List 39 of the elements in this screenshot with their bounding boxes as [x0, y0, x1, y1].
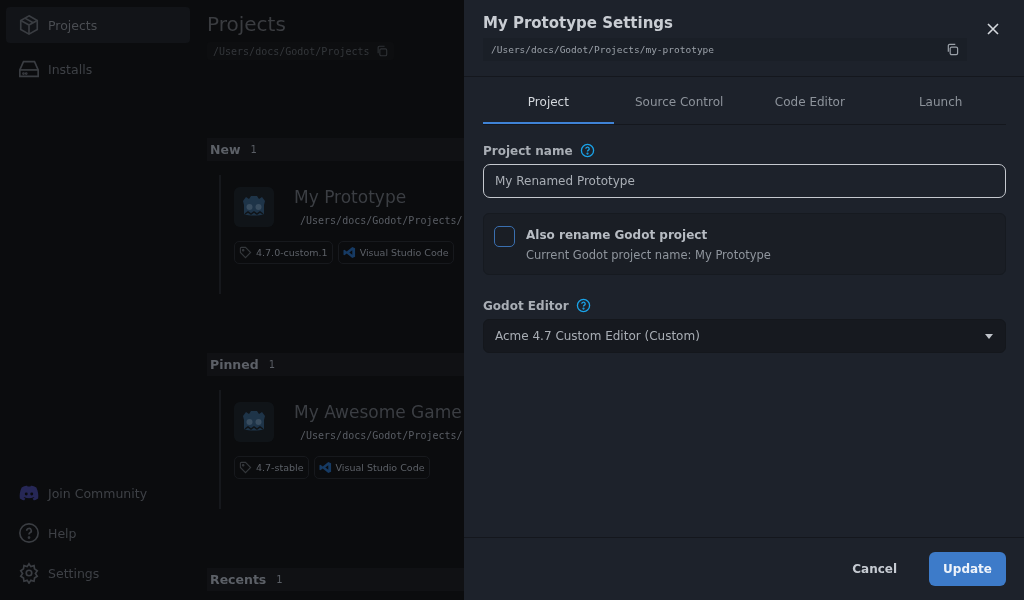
input-field[interactable]: My Renamed Prototype	[483, 164, 1006, 198]
tag-label: 4.7-stable	[256, 462, 304, 473]
copy-icon[interactable]	[946, 43, 959, 56]
tab[interactable]: Code Editor	[744, 82, 876, 124]
option-description: Current Godot project name: My Prototype	[526, 248, 771, 262]
tag-icon	[239, 246, 252, 259]
section-count: 1	[268, 359, 276, 370]
tag-label: 4.7.0-custom.1	[256, 247, 328, 258]
field-label: Project name	[483, 143, 573, 158]
checkbox-label: Also rename Godot project	[526, 228, 709, 242]
project-path: /Users/docs/Godot/Projects/	[299, 215, 463, 226]
section-title: Pinned	[210, 357, 259, 372]
tag-icon	[239, 461, 252, 474]
tab[interactable]: Source Control	[613, 82, 745, 124]
field-label: Godot Editor	[483, 298, 569, 313]
update-button[interactable]: Update	[929, 552, 1006, 586]
section-count: 1	[250, 144, 257, 155]
drive-icon	[18, 58, 40, 80]
code-editor-icon	[342, 246, 356, 259]
tab[interactable]: Project	[483, 82, 614, 124]
settings-icon	[18, 562, 40, 584]
checkbox[interactable]	[494, 226, 515, 247]
project-path: /Users/docs/Godot/Projects/	[299, 430, 463, 441]
caret-icon	[985, 333, 993, 339]
tag-label: Visual Studio Code	[359, 247, 449, 258]
help-icon[interactable]	[579, 143, 595, 158]
cancel-button[interactable]: Cancel	[838, 552, 912, 586]
section-count: 1	[276, 574, 283, 585]
path-text: /Users/docs/Godot/Projects/my-prototype	[491, 44, 715, 55]
help-icon[interactable]	[575, 298, 591, 313]
section-title: New	[210, 142, 241, 157]
dropdown[interactable]: Acme 4.7 Custom Editor (Custom)	[483, 319, 1006, 353]
tab[interactable]: Launch	[875, 82, 1006, 124]
code-editor-icon	[318, 461, 332, 474]
cube-icon	[18, 14, 40, 36]
dialog-title: My Prototype Settings	[483, 14, 673, 32]
tag-label: Visual Studio Code	[335, 462, 425, 473]
section-title: Recents	[210, 572, 267, 587]
help-icon	[18, 522, 40, 544]
